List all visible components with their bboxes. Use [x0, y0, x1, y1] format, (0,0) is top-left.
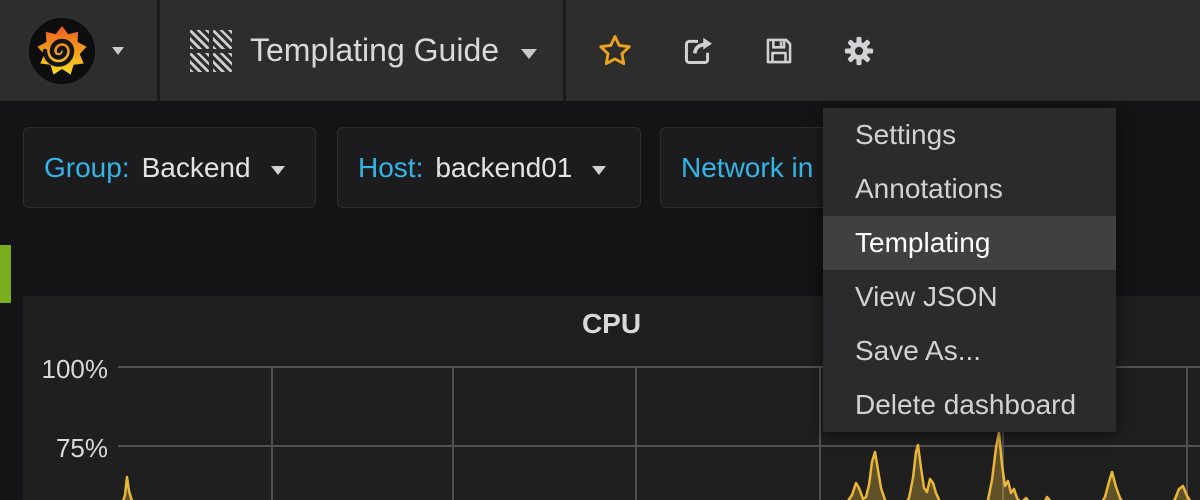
share-icon	[680, 57, 716, 72]
dashboard-grid-icon	[190, 30, 232, 72]
menu-item-delete-dashboard[interactable]: Delete dashboard	[823, 378, 1116, 432]
chevron-down-icon	[521, 49, 537, 59]
dashboard-title-button[interactable]: Templating Guide	[160, 0, 566, 101]
save-dashboard-button[interactable]	[762, 34, 796, 68]
star-icon	[596, 58, 634, 73]
chevron-down-icon	[271, 166, 285, 175]
share-dashboard-button[interactable]	[680, 33, 716, 69]
variable-value: backend01	[435, 152, 572, 184]
menu-item-templating[interactable]: Templating	[823, 216, 1116, 270]
y-axis-tick-75: 75%	[22, 433, 108, 464]
menu-item-settings[interactable]: Settings	[823, 108, 1116, 162]
variable-dropdown-group[interactable]: Group: Backend	[23, 127, 316, 208]
row-toggle-handle[interactable]	[0, 245, 11, 303]
star-dashboard-button[interactable]	[596, 32, 634, 70]
variable-label: Group:	[44, 152, 130, 184]
dashboard-settings-button[interactable]	[842, 34, 876, 68]
menu-item-annotations[interactable]: Annotations	[823, 162, 1116, 216]
variable-dropdown-host[interactable]: Host: backend01	[337, 127, 641, 208]
chevron-down-icon	[112, 47, 124, 55]
grafana-main-menu-button[interactable]	[0, 0, 160, 101]
gear-icon	[842, 56, 876, 71]
variable-value: Backend	[142, 152, 251, 184]
top-navbar: Templating Guide	[0, 0, 1200, 101]
navbar-actions	[566, 32, 876, 70]
variable-label: Host:	[358, 152, 423, 184]
menu-item-view-json[interactable]: View JSON	[823, 270, 1116, 324]
chevron-down-icon	[592, 166, 606, 175]
y-axis-tick-100: 100%	[22, 354, 108, 385]
save-icon	[762, 56, 796, 71]
grafana-logo	[26, 15, 98, 87]
dashboard-title: Templating Guide	[250, 32, 499, 69]
dashboard-settings-menu: SettingsAnnotationsTemplatingView JSONSa…	[823, 108, 1116, 432]
variable-label: Network in	[681, 152, 813, 184]
menu-item-save-as[interactable]: Save As...	[823, 324, 1116, 378]
